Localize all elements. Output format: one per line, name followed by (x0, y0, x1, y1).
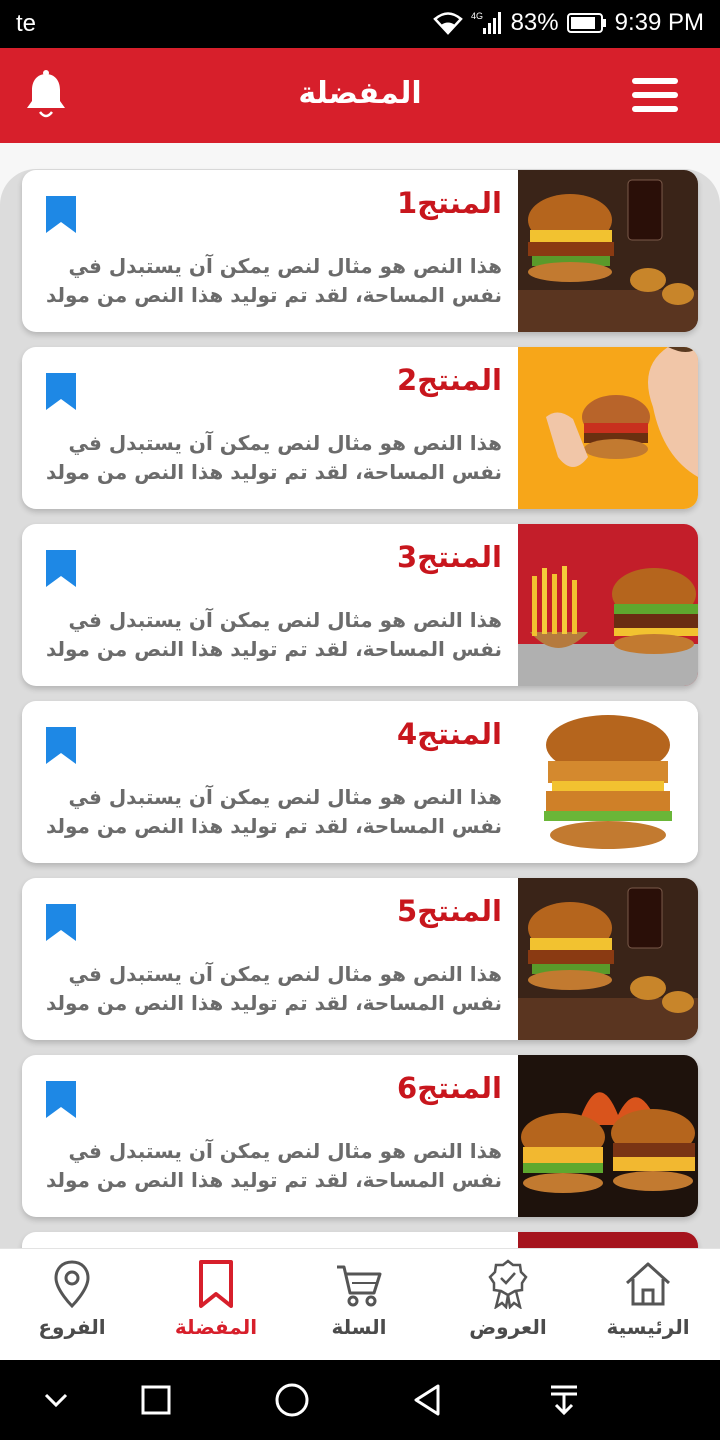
burger-fries-drink-photo (518, 878, 698, 1040)
nav-offers[interactable]: العروض (438, 1259, 578, 1353)
product-card[interactable]: المنتج2 هذا النص هو مثال لنص يمكن آن يست… (22, 347, 698, 509)
home-icon (625, 1262, 671, 1306)
nav-home-label: الرئيسية (606, 1315, 690, 1339)
nav-branches[interactable]: الفروع (2, 1259, 142, 1353)
nav-favorites-label: المفضلة (174, 1315, 258, 1339)
back-icon[interactable] (410, 1382, 446, 1418)
app-bar: المفضلة (0, 48, 720, 143)
wifi-icon (432, 12, 463, 35)
hamburger-menu-icon[interactable] (632, 78, 678, 112)
product-description: هذا النص هو مثال لنص يمكن آن يستبدل في ن… (45, 608, 502, 661)
product-title: المنتج4 (396, 717, 502, 751)
nav-branches-label: الفروع (38, 1315, 106, 1339)
woman-eating-burger-photo (518, 347, 698, 509)
notification-drawer-icon[interactable] (546, 1382, 582, 1418)
offer-badge-icon (488, 1259, 528, 1309)
product-title: المنتج1 (396, 186, 502, 220)
nav-favorites[interactable]: المفضلة (146, 1259, 286, 1353)
product-description: هذا النص هو مثال لنص يمكن آن يستبدل في ن… (45, 962, 502, 1015)
product-card[interactable]: المنتج3 هذا النص هو مثال لنص يمكن آن يست… (22, 524, 698, 686)
recent-apps-icon[interactable] (138, 1382, 174, 1418)
system-navigation-bar (0, 1360, 720, 1440)
nav-offers-label: العروض (469, 1315, 547, 1339)
two-burgers-fire-photo (518, 1055, 698, 1217)
bookmark-icon[interactable] (46, 1081, 76, 1118)
chevron-down-icon[interactable] (38, 1382, 74, 1418)
product-title: المنتج6 (396, 1071, 502, 1105)
carrier-label: te (16, 10, 37, 37)
product-card[interactable]: المنتج1 هذا النص هو مثال لنص يمكن آن يست… (22, 170, 698, 332)
clock: 9:39 PM (614, 9, 704, 36)
bookmark-icon (199, 1260, 233, 1308)
product-title: المنتج3 (396, 540, 502, 574)
bookmark-icon[interactable] (46, 550, 76, 587)
bottom-navigation: الفروع المفضلة السلة العروض الرئيسية (0, 1248, 720, 1360)
signal-icon: 4G (471, 11, 501, 34)
nav-cart[interactable]: السلة (289, 1259, 429, 1353)
product-description: هذا النص هو مثال لنص يمكن آن يستبدل في ن… (45, 254, 502, 307)
product-title: المنتج2 (396, 363, 502, 397)
status-indicators: 4G 83% 9:39 PM (432, 9, 704, 37)
product-title: المنتج5 (396, 894, 502, 928)
product-photo (518, 1232, 698, 1248)
home-circle-icon[interactable] (274, 1382, 310, 1418)
bookmark-icon[interactable] (46, 904, 76, 941)
battery-icon (566, 13, 606, 33)
status-bar: te 4G 83% 9:39 PM (0, 0, 720, 48)
bookmark-icon[interactable] (46, 727, 76, 764)
favorites-list[interactable]: المنتج1 هذا النص هو مثال لنص يمكن آن يست… (0, 143, 720, 1248)
chicken-burger-photo (518, 701, 698, 863)
network-type: 4G (471, 11, 483, 21)
nav-cart-label: السلة (331, 1315, 387, 1339)
location-pin-icon (54, 1260, 90, 1309)
product-card-partial[interactable] (22, 1232, 698, 1248)
product-card[interactable]: المنتج5 هذا النص هو مثال لنص يمكن آن يست… (22, 878, 698, 1040)
product-card[interactable]: المنتج4 هذا النص هو مثال لنص يمكن آن يست… (22, 701, 698, 863)
page-title: المفضلة (298, 76, 422, 111)
product-description: هذا النص هو مثال لنص يمكن آن يستبدل في ن… (45, 431, 502, 484)
burger-with-fries-photo (518, 524, 698, 686)
bookmark-icon[interactable] (46, 373, 76, 410)
product-card[interactable]: المنتج6 هذا النص هو مثال لنص يمكن آن يست… (22, 1055, 698, 1217)
product-description: هذا النص هو مثال لنص يمكن آن يستبدل في ن… (45, 1139, 502, 1192)
product-description: هذا النص هو مثال لنص يمكن آن يستبدل في ن… (45, 785, 502, 838)
burger-fries-drink-photo (518, 170, 698, 332)
battery-percent: 83% (510, 9, 559, 36)
bookmark-icon[interactable] (46, 196, 76, 233)
cart-icon (337, 1265, 382, 1307)
nav-home[interactable]: الرئيسية (578, 1259, 718, 1353)
